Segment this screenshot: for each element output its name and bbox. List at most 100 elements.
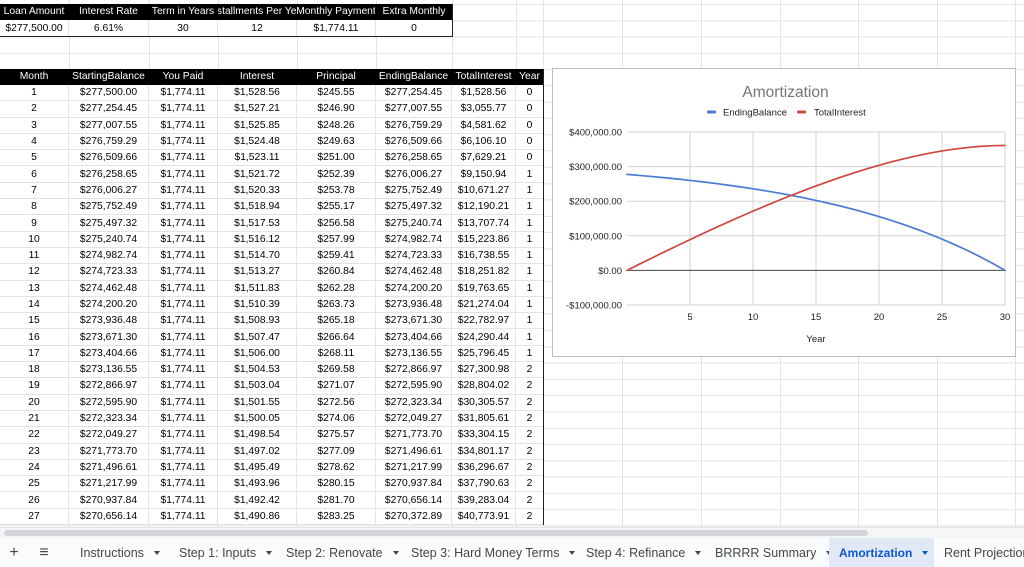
cell-principal[interactable]: $269.58 (297, 362, 376, 379)
cell-ending-balance[interactable]: $272,866.97 (376, 362, 452, 379)
cell-principal[interactable]: $248.26 (297, 117, 376, 134)
column-header-principal[interactable]: Principal (297, 69, 376, 85)
cell-interest-rate[interactable]: 6.61% (69, 20, 149, 36)
cell-month[interactable]: 15 (0, 313, 69, 330)
cell-interest[interactable]: $1,513.27 (218, 264, 297, 281)
column-header-year[interactable]: Year (516, 69, 543, 85)
cell-year[interactable]: 1 (516, 280, 543, 297)
cell-month[interactable]: 12 (0, 264, 69, 281)
cell-year[interactable]: 0 (516, 117, 543, 134)
cell-interest[interactable]: $1,511.83 (218, 280, 297, 297)
cell-ending-balance[interactable]: $274,200.20 (376, 280, 452, 297)
cell-principal[interactable]: $280.15 (297, 476, 376, 493)
cell-month[interactable]: 14 (0, 296, 69, 314)
cell-principal[interactable]: $271.07 (297, 378, 376, 395)
cell-interest[interactable]: $1,521.72 (218, 166, 297, 183)
cell-interest[interactable]: $1,517.53 (218, 215, 297, 232)
cell-year[interactable]: 1 (516, 313, 543, 330)
cell-month[interactable]: 19 (0, 378, 69, 395)
cell-total-interest[interactable]: $9,150.94 (452, 166, 516, 183)
cell-term-in-years[interactable]: 30 (149, 20, 218, 36)
cell-interest[interactable]: $1,524.48 (218, 133, 297, 151)
cell-you-paid[interactable]: $1,774.11 (149, 427, 218, 444)
cell-month[interactable]: 1 (0, 85, 69, 102)
cell-ending-balance[interactable]: $276,258.65 (376, 150, 452, 167)
cell-principal[interactable]: $281.70 (297, 492, 376, 509)
cell-total-interest[interactable]: $10,671.27 (452, 182, 516, 200)
cell-principal[interactable]: $278.62 (297, 459, 376, 477)
cell-principal[interactable]: $251.00 (297, 150, 376, 167)
cell-principal[interactable]: $257.99 (297, 231, 376, 248)
cell-total-interest[interactable]: $19,763.65 (452, 280, 516, 297)
sheet-tab-step-1-inputs[interactable]: Step 1: Inputs (179, 538, 273, 567)
cell-total-interest[interactable]: $39,283.04 (452, 492, 516, 509)
cell-principal[interactable]: $268.11 (297, 345, 376, 363)
sheet-tab-brrrr-summary[interactable]: BRRRR Summary (715, 538, 833, 567)
column-header-term-in-years[interactable]: Term in Years (149, 4, 218, 20)
cell-year[interactable]: 0 (516, 150, 543, 167)
horizontal-scrollbar[interactable] (0, 527, 1024, 538)
cell-year[interactable]: 1 (516, 247, 543, 265)
cell-year[interactable]: 2 (516, 362, 543, 379)
cell-interest[interactable]: $1,510.39 (218, 296, 297, 314)
cell-ending-balance[interactable]: $271,773.70 (376, 427, 452, 444)
cell-year[interactable]: 1 (516, 215, 543, 232)
cell-year[interactable]: 1 (516, 264, 543, 281)
sheet-tab-step-2-renovate[interactable]: Step 2: Renovate (286, 538, 399, 567)
cell-total-interest[interactable]: $4,581.62 (452, 117, 516, 134)
cell-interest[interactable]: $1,493.96 (218, 476, 297, 493)
column-header-interest[interactable]: Interest (218, 69, 297, 85)
cell-starting-balance[interactable]: $274,982.74 (69, 247, 149, 265)
cell-starting-balance[interactable]: $274,723.33 (69, 264, 149, 281)
cell-year[interactable]: 2 (516, 492, 543, 509)
cell-interest[interactable]: $1,528.56 (218, 85, 297, 102)
cell-ending-balance[interactable]: $270,372.89 (376, 508, 452, 526)
cell-ending-balance[interactable]: $276,759.29 (376, 117, 452, 134)
chevron-down-icon[interactable] (153, 550, 160, 555)
cell-year[interactable]: 1 (516, 166, 543, 183)
column-header-starting-balance[interactable]: StartingBalance (69, 69, 149, 85)
cell-principal[interactable]: $260.84 (297, 264, 376, 281)
chevron-down-icon[interactable] (922, 550, 929, 555)
cell-year[interactable]: 1 (516, 199, 543, 216)
cell-you-paid[interactable]: $1,774.11 (149, 101, 218, 118)
cell-ending-balance[interactable]: $275,497.32 (376, 199, 452, 216)
cell-month[interactable]: 17 (0, 345, 69, 363)
sheet-tab-step-4-refinance[interactable]: Step 4: Refinance (586, 538, 702, 567)
cell-you-paid[interactable]: $1,774.11 (149, 410, 218, 428)
cell-year[interactable]: 0 (516, 101, 543, 118)
cell-ending-balance[interactable]: $273,404.66 (376, 329, 452, 346)
cell-principal[interactable]: $259.41 (297, 247, 376, 265)
cell-year[interactable]: 1 (516, 231, 543, 248)
cell-starting-balance[interactable]: $275,497.32 (69, 215, 149, 232)
cell-starting-balance[interactable]: $277,007.55 (69, 117, 149, 134)
cell-ending-balance[interactable]: $271,217.99 (376, 459, 452, 477)
cell-ending-balance[interactable]: $274,462.48 (376, 264, 452, 281)
cell-interest[interactable]: $1,527.21 (218, 101, 297, 118)
cell-interest[interactable]: $1,507.47 (218, 329, 297, 346)
cell-total-interest[interactable]: $40,773.91 (452, 508, 516, 526)
cell-ending-balance[interactable]: $272,323.34 (376, 394, 452, 411)
plus-icon[interactable]: + (4, 538, 24, 567)
cell-installments-per-year[interactable]: 12 (218, 20, 297, 36)
cell-month[interactable]: 7 (0, 182, 69, 200)
cell-ending-balance[interactable]: $272,049.27 (376, 410, 452, 428)
cell-you-paid[interactable]: $1,774.11 (149, 199, 218, 216)
cell-month[interactable]: 10 (0, 231, 69, 248)
cell-you-paid[interactable]: $1,774.11 (149, 345, 218, 363)
cell-you-paid[interactable]: $1,774.11 (149, 296, 218, 314)
cell-principal[interactable]: $263.73 (297, 296, 376, 314)
cell-year[interactable]: 2 (516, 476, 543, 493)
cell-ending-balance[interactable]: $272,595.90 (376, 378, 452, 395)
cell-interest[interactable]: $1,490.86 (218, 508, 297, 526)
cell-you-paid[interactable]: $1,774.11 (149, 362, 218, 379)
cell-month[interactable]: 20 (0, 394, 69, 411)
cell-total-interest[interactable]: $37,790.63 (452, 476, 516, 493)
column-header-loan-amount[interactable]: Loan Amount (0, 4, 69, 20)
cell-total-interest[interactable]: $1,528.56 (452, 85, 516, 102)
cell-month[interactable]: 25 (0, 476, 69, 493)
cell-month[interactable]: 4 (0, 133, 69, 151)
cell-ending-balance[interactable]: $277,254.45 (376, 85, 452, 102)
cell-interest[interactable]: $1,497.02 (218, 443, 297, 460)
menu-icon[interactable]: ≡ (34, 538, 54, 567)
